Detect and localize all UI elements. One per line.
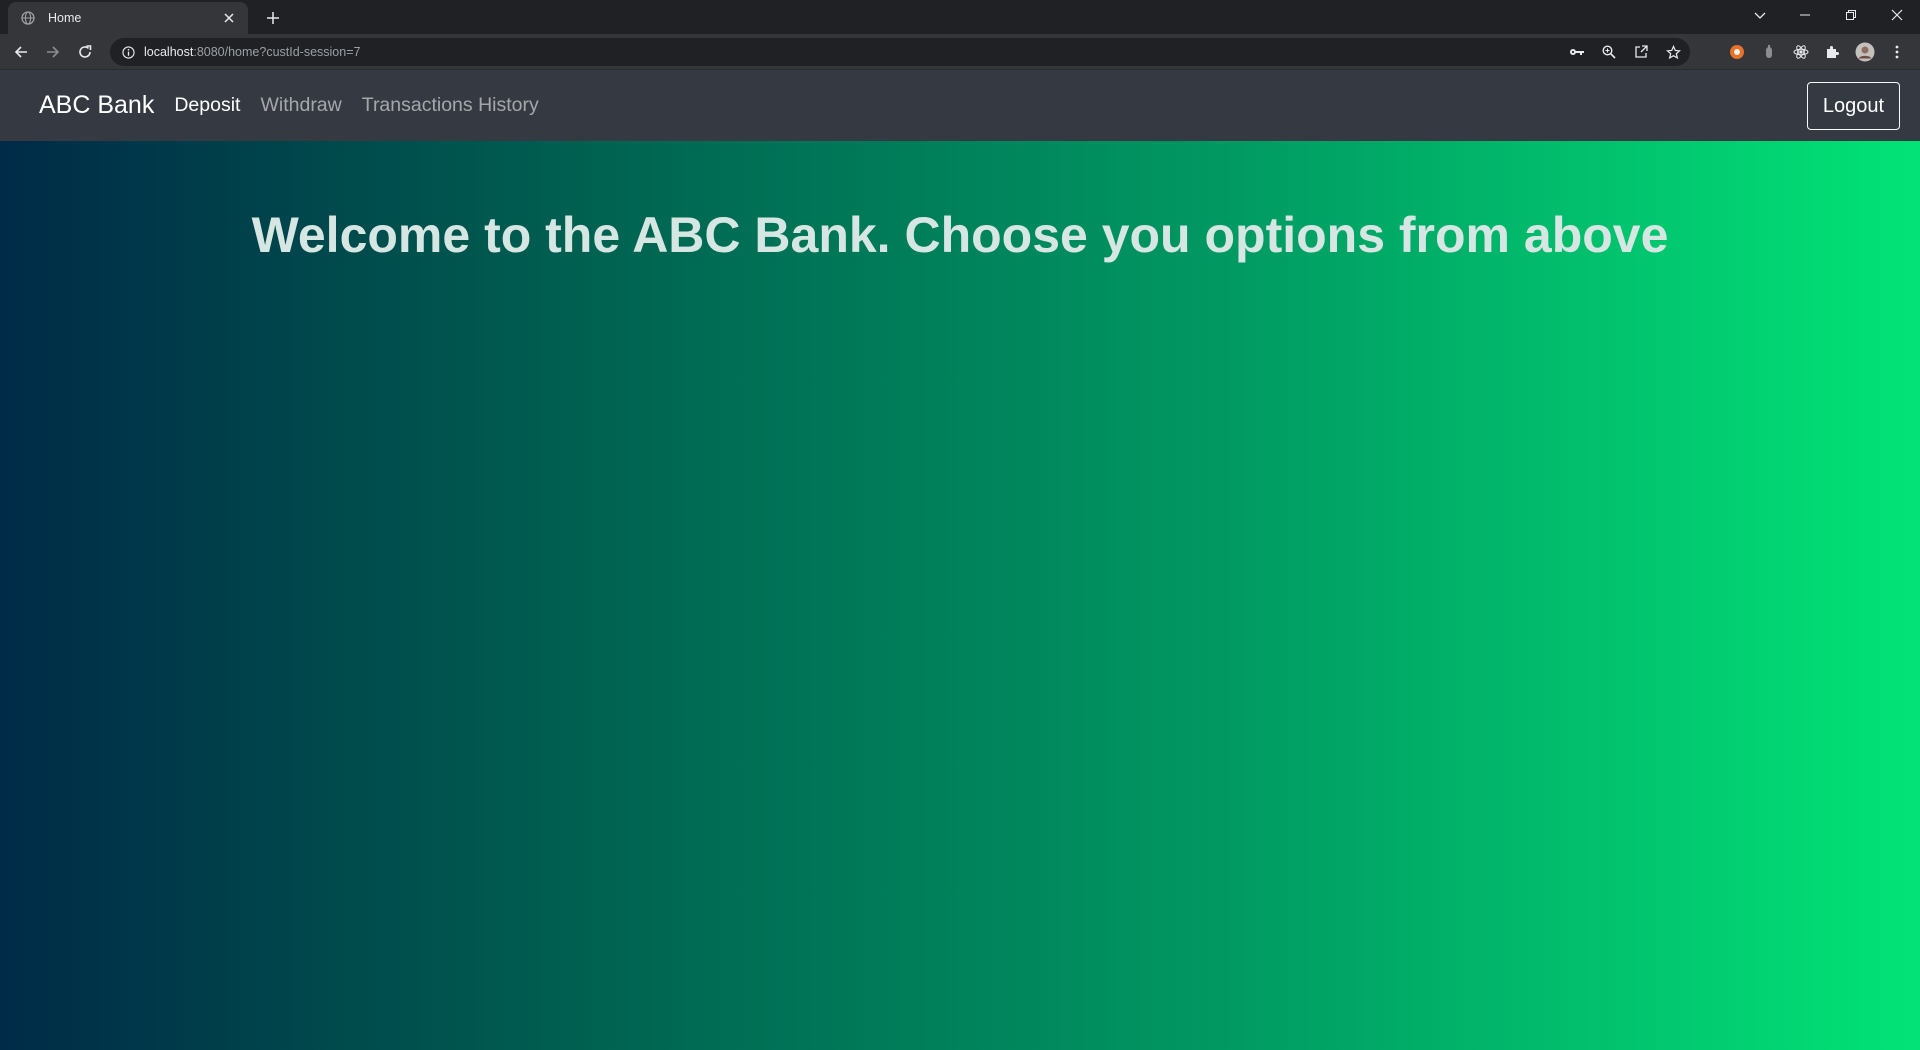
page-content: ABC Bank Deposit Withdraw Transactions H… bbox=[0, 70, 1920, 1050]
extensions-area bbox=[1724, 39, 1910, 65]
forward-arrow-icon[interactable] bbox=[40, 39, 66, 65]
ext-icon[interactable] bbox=[1756, 39, 1782, 65]
nav-link-withdraw[interactable]: Withdraw bbox=[260, 94, 341, 117]
chevron-down-icon[interactable] bbox=[1748, 4, 1772, 28]
key-icon[interactable] bbox=[1566, 41, 1588, 63]
url-text: localhost:8080/home?custId-session=7 bbox=[144, 45, 360, 59]
nav-links: Deposit Withdraw Transactions History bbox=[174, 94, 538, 117]
globe-icon bbox=[20, 10, 36, 26]
brand-link[interactable]: ABC Bank bbox=[39, 91, 154, 120]
info-icon[interactable] bbox=[120, 44, 136, 60]
more-vert-icon[interactable] bbox=[1884, 39, 1910, 65]
app-navbar: ABC Bank Deposit Withdraw Transactions H… bbox=[0, 70, 1920, 141]
close-icon[interactable] bbox=[220, 9, 238, 27]
brave-ext-icon[interactable] bbox=[1724, 39, 1750, 65]
window-close-icon[interactable] bbox=[1874, 0, 1920, 30]
browser-toolbar: localhost:8080/home?custId-session=7 bbox=[0, 34, 1920, 70]
browser-tabstrip: Home bbox=[0, 0, 1920, 34]
url-host: localhost bbox=[144, 45, 194, 59]
omnibox-actions bbox=[1566, 41, 1684, 63]
share-icon[interactable] bbox=[1630, 41, 1652, 63]
tab-title: Home bbox=[48, 11, 82, 25]
minimize-icon[interactable] bbox=[1782, 0, 1828, 30]
reload-icon[interactable] bbox=[72, 39, 98, 65]
logout-button[interactable]: Logout bbox=[1806, 82, 1900, 130]
puzzle-icon[interactable] bbox=[1820, 39, 1846, 65]
plus-icon[interactable] bbox=[262, 7, 284, 29]
zoom-icon[interactable] bbox=[1598, 41, 1620, 63]
browser-tab-home[interactable]: Home bbox=[8, 2, 248, 34]
star-icon[interactable] bbox=[1662, 41, 1684, 63]
nav-link-transactions-history[interactable]: Transactions History bbox=[362, 94, 539, 117]
address-bar[interactable]: localhost:8080/home?custId-session=7 bbox=[110, 38, 1690, 66]
react-devtools-icon[interactable] bbox=[1788, 39, 1814, 65]
back-arrow-icon[interactable] bbox=[8, 39, 34, 65]
nav-link-deposit[interactable]: Deposit bbox=[174, 94, 240, 117]
profile-avatar-icon[interactable] bbox=[1852, 39, 1878, 65]
restore-icon[interactable] bbox=[1828, 0, 1874, 30]
welcome-heading: Welcome to the ABC Bank. Choose you opti… bbox=[251, 207, 1669, 263]
url-path: :8080/home?custId-session=7 bbox=[193, 45, 361, 59]
window-controls bbox=[1782, 0, 1920, 30]
